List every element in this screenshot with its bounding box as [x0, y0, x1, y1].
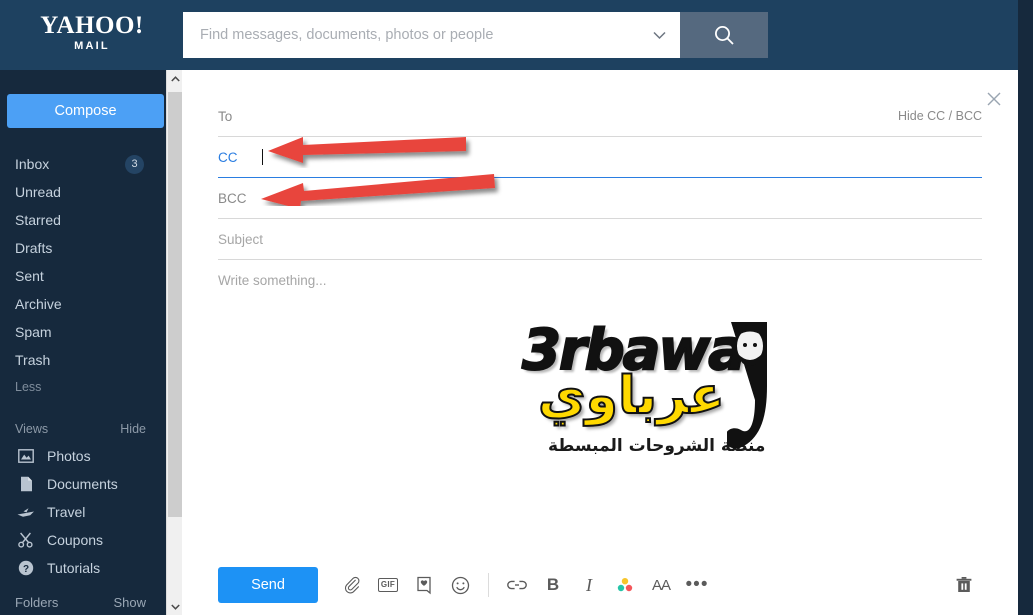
- text-color-icon[interactable]: [607, 567, 643, 603]
- message-body[interactable]: Write something...: [218, 260, 982, 510]
- toolbar-divider: [488, 573, 489, 597]
- chevron-down-icon: [170, 603, 180, 610]
- sidebar-item-label: Spam: [15, 324, 52, 340]
- search-icon: [715, 26, 734, 45]
- bcc-label: BCC: [218, 190, 247, 206]
- to-field-row[interactable]: To Hide CC / BCC: [218, 96, 982, 137]
- cc-label: CC: [218, 149, 238, 165]
- emoji-icon[interactable]: [442, 567, 478, 603]
- scroll-down-button[interactable]: [167, 598, 183, 615]
- sidebar-less-toggle[interactable]: Less: [0, 374, 170, 400]
- search-options-chevron[interactable]: [638, 12, 680, 58]
- scroll-up-button[interactable]: [167, 70, 183, 87]
- sidebar-scrollbar[interactable]: [166, 70, 182, 615]
- sidebar-item-label: Tutorials: [47, 560, 101, 576]
- sidebar-item-starred[interactable]: Starred: [0, 206, 170, 234]
- sidebar-item-unread[interactable]: Unread: [0, 178, 170, 206]
- text-caret: [262, 149, 263, 165]
- sidebar-item-label: Archive: [15, 296, 62, 312]
- bold-icon[interactable]: B: [535, 567, 571, 603]
- to-input[interactable]: [252, 108, 982, 124]
- attach-file-icon[interactable]: [334, 567, 370, 603]
- sidebar-item-travel[interactable]: Travel: [0, 498, 170, 526]
- views-section-title: Views: [15, 422, 49, 436]
- logo-yahoo-text: YAHOO!: [40, 12, 144, 39]
- right-edge-strip: [1018, 0, 1033, 615]
- sidebar-item-drafts[interactable]: Drafts: [0, 234, 170, 262]
- sidebar-item-spam[interactable]: Spam: [0, 318, 170, 346]
- sidebar-item-label: Photos: [47, 448, 91, 464]
- scrollbar-thumb[interactable]: [168, 92, 182, 517]
- search-input[interactable]: [183, 27, 638, 43]
- subject-field-row[interactable]: [218, 219, 982, 260]
- close-compose-button[interactable]: [983, 88, 1005, 110]
- compose-toolbar: Send GIF B I AA •••: [182, 555, 1018, 615]
- gif-icon[interactable]: GIF: [370, 567, 406, 603]
- hide-cc-bcc-link[interactable]: Hide CC / BCC: [898, 96, 982, 137]
- airplane-icon: [15, 503, 37, 521]
- sidebar-item-label: Unread: [15, 184, 61, 200]
- sidebar-item-trash[interactable]: Trash: [0, 346, 170, 374]
- sidebar-item-label: Trash: [15, 352, 51, 368]
- document-icon: [15, 475, 37, 493]
- sidebar: Compose Inbox 3 Unread Starred Drafts Se…: [0, 70, 170, 615]
- photo-icon: [15, 447, 37, 465]
- chevron-up-icon: [170, 75, 180, 82]
- to-label: To: [218, 108, 233, 124]
- logo-mail-text: MAIL: [74, 40, 110, 52]
- scissors-icon: [15, 531, 37, 549]
- font-size-icon[interactable]: AA: [643, 567, 679, 603]
- bcc-field-row[interactable]: BCC: [218, 178, 982, 219]
- views-hide-toggle[interactable]: Hide: [120, 416, 146, 442]
- sidebar-item-sent[interactable]: Sent: [0, 262, 170, 290]
- sidebar-item-label: Travel: [47, 504, 86, 520]
- sidebar-item-archive[interactable]: Archive: [0, 290, 170, 318]
- search-button[interactable]: [680, 12, 768, 58]
- close-icon: [987, 92, 1001, 106]
- inbox-unread-badge: 3: [125, 155, 144, 174]
- yahoo-mail-window: YAHOO! MAIL Compose Inbox 3: [0, 0, 1033, 615]
- message-body-placeholder: Write something...: [218, 273, 327, 288]
- sidebar-item-documents[interactable]: Documents: [0, 470, 170, 498]
- folders-show-toggle[interactable]: Show: [113, 590, 146, 615]
- chevron-down-icon: [652, 31, 666, 39]
- sidebar-item-label: Drafts: [15, 240, 53, 256]
- sidebar-item-label: Sent: [15, 268, 44, 284]
- folders-section-header: Folders Show: [0, 590, 170, 615]
- folder-list: Inbox 3 Unread Starred Drafts Sent Archi…: [0, 150, 170, 582]
- cc-field-row[interactable]: CC: [218, 137, 982, 178]
- sidebar-item-label: Documents: [47, 476, 118, 492]
- sidebar-item-coupons[interactable]: Coupons: [0, 526, 170, 554]
- question-circle-icon: ?: [15, 559, 37, 577]
- sidebar-item-tutorials[interactable]: ? Tutorials: [0, 554, 170, 582]
- sidebar-item-label: Inbox: [15, 156, 50, 172]
- subject-input[interactable]: [218, 231, 982, 247]
- app-header: YAHOO! MAIL: [0, 0, 1033, 70]
- compose-panel: To Hide CC / BCC CC BCC Write something.…: [182, 70, 1018, 615]
- sidebar-item-label: Starred: [15, 212, 61, 228]
- sticker-card-icon[interactable]: [406, 567, 442, 603]
- insert-link-icon[interactable]: [499, 567, 535, 603]
- svg-text:?: ?: [23, 564, 29, 575]
- folders-section-title: Folders: [15, 595, 59, 610]
- send-button[interactable]: Send: [218, 567, 318, 603]
- yahoo-mail-logo[interactable]: YAHOO! MAIL: [37, 13, 147, 57]
- sidebar-item-label: Coupons: [47, 532, 104, 548]
- bcc-input[interactable]: [252, 190, 982, 206]
- sidebar-item-inbox[interactable]: Inbox 3: [0, 150, 170, 178]
- trash-icon[interactable]: [946, 567, 982, 603]
- more-options-icon[interactable]: •••: [679, 567, 715, 603]
- search-bar: [183, 12, 680, 58]
- compose-button[interactable]: Compose: [7, 94, 164, 128]
- cc-input[interactable]: [267, 149, 982, 165]
- sidebar-item-photos[interactable]: Photos: [0, 442, 170, 470]
- views-section-header: Views Hide: [0, 416, 170, 442]
- italic-icon[interactable]: I: [571, 567, 607, 603]
